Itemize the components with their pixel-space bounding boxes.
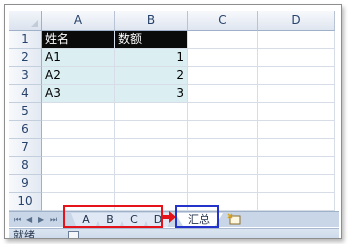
cell-a8[interactable] [42, 157, 115, 175]
cell-d8[interactable] [258, 157, 335, 175]
prev-sheet-icon[interactable]: ◀ [26, 215, 32, 225]
cell-b5[interactable] [115, 103, 188, 121]
row-header-8[interactable]: 8 [9, 157, 42, 175]
select-all-triangle-icon [31, 20, 38, 27]
first-sheet-icon[interactable]: ⏮ [14, 215, 21, 225]
status-bar: 就绪 [9, 228, 339, 239]
next-sheet-icon[interactable]: ▶ [38, 215, 44, 225]
cell-d5[interactable] [258, 103, 335, 121]
cell-b8[interactable] [115, 157, 188, 175]
summary-sheet-highlight [175, 205, 219, 228]
cell-d6[interactable] [258, 121, 335, 139]
cell-a4[interactable]: A3 [42, 85, 115, 103]
cell-b6[interactable] [115, 121, 188, 139]
cell-d1[interactable] [258, 31, 335, 49]
cell-c2[interactable] [188, 49, 258, 67]
column-header-b[interactable]: B [115, 11, 188, 31]
row-header-5[interactable]: 5 [9, 103, 42, 121]
arrow-right-icon [161, 211, 176, 223]
column-header-c[interactable]: C [188, 11, 258, 31]
cell-d4[interactable] [258, 85, 335, 103]
cell-c6[interactable] [188, 121, 258, 139]
cell-a5[interactable] [42, 103, 115, 121]
insert-sheet-icon[interactable] [227, 213, 243, 226]
cell-b2[interactable]: 1 [115, 49, 188, 67]
column-header-d[interactable]: D [258, 11, 335, 31]
cell-c8[interactable] [188, 157, 258, 175]
row-header-6[interactable]: 6 [9, 121, 42, 139]
cell-c3[interactable] [188, 67, 258, 85]
cell-b9[interactable] [115, 175, 188, 193]
cell-d9[interactable] [258, 175, 335, 193]
cell-c7[interactable] [188, 139, 258, 157]
row-header-7[interactable]: 7 [9, 139, 42, 157]
cell-c1[interactable] [188, 31, 258, 49]
last-sheet-icon[interactable]: ⏭ [50, 215, 57, 225]
cell-a1[interactable]: 姓名 [42, 31, 115, 49]
cell-d10[interactable] [258, 193, 335, 211]
row-header-10[interactable]: 10 [9, 193, 42, 211]
cell-a9[interactable] [42, 175, 115, 193]
row-header-2[interactable]: 2 [9, 49, 42, 67]
row-header-4[interactable]: 4 [9, 85, 42, 103]
cell-c9[interactable] [188, 175, 258, 193]
cell-a3[interactable]: A2 [42, 67, 115, 85]
cell-d2[interactable] [258, 49, 335, 67]
row-header-1[interactable]: 1 [9, 31, 42, 49]
cell-a2[interactable]: A1 [42, 49, 115, 67]
source-sheets-highlight [63, 205, 163, 228]
macro-record-icon[interactable] [68, 231, 79, 238]
select-all-corner[interactable] [9, 11, 42, 31]
cell-c4[interactable] [188, 85, 258, 103]
cell-a6[interactable] [42, 121, 115, 139]
cell-b3[interactable]: 2 [115, 67, 188, 85]
cell-c5[interactable] [188, 103, 258, 121]
cell-b4[interactable]: 3 [115, 85, 188, 103]
spreadsheet-window: A B C D 1 2 3 4 5 6 7 8 9 10 姓名 数额 A1 1 … [4, 4, 342, 239]
cell-d3[interactable] [258, 67, 335, 85]
cell-d7[interactable] [258, 139, 335, 157]
cell-a7[interactable] [42, 139, 115, 157]
cell-b7[interactable] [115, 139, 188, 157]
column-header-a[interactable]: A [42, 11, 115, 31]
cell-b1[interactable]: 数额 [115, 31, 188, 49]
row-header-9[interactable]: 9 [9, 175, 42, 193]
row-header-3[interactable]: 3 [9, 67, 42, 85]
status-ready-text: 就绪 [13, 229, 35, 239]
